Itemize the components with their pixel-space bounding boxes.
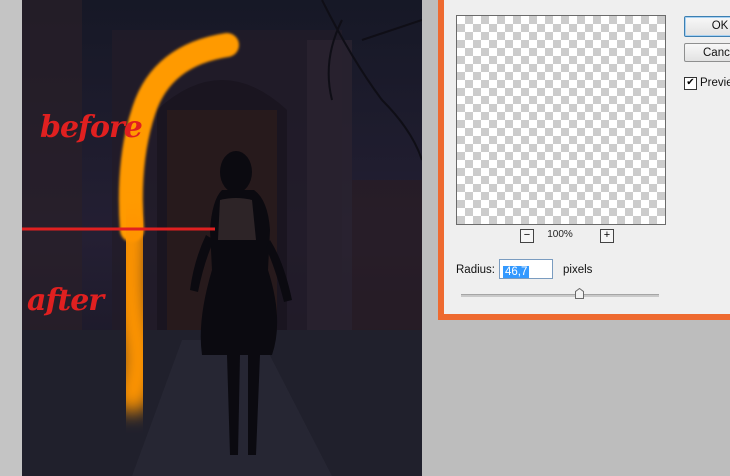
preview-checkbox[interactable]: ✔: [684, 77, 697, 90]
radius-slider-track[interactable]: [461, 294, 659, 297]
radius-input[interactable]: 46,7: [499, 259, 553, 279]
dialog-body: − 100% + OK Cance ✔ Preview Radius: 46,7…: [444, 0, 730, 314]
after-annotation: after: [27, 283, 104, 318]
zoom-in-button[interactable]: +: [600, 229, 614, 243]
units-label: pixels: [563, 264, 593, 276]
brick-wall-left: [22, 0, 82, 330]
filter-preview-area[interactable]: [456, 15, 666, 225]
image-document[interactable]: before after: [22, 0, 422, 476]
shoulders-highlight: [218, 198, 256, 240]
cancel-button[interactable]: Cance: [684, 43, 730, 62]
radius-label: Radius:: [456, 264, 495, 276]
before-annotation: before: [40, 110, 143, 145]
gaussian-blur-dialog: − 100% + OK Cance ✔ Preview Radius: 46,7…: [438, 0, 730, 320]
ok-button[interactable]: OK: [684, 16, 730, 37]
canvas-margin: [0, 0, 22, 476]
brush-stroke-blurred: [112, 212, 157, 413]
zoom-level: 100%: [547, 229, 573, 240]
brick-wall-right: [352, 180, 422, 330]
checkmark-icon: ✔: [686, 77, 695, 88]
photo-scene: [22, 0, 422, 476]
preview-label: Preview: [700, 77, 730, 89]
radius-slider-thumb[interactable]: [575, 288, 584, 299]
radius-value: 46,7: [503, 266, 530, 278]
